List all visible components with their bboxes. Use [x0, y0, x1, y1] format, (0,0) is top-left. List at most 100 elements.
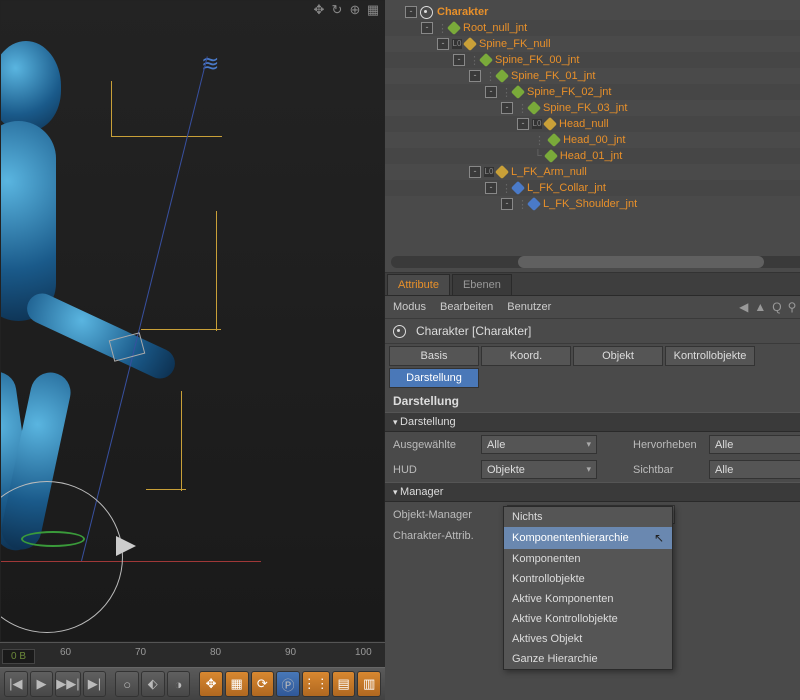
dropdown-ausgewaehlte[interactable]: Alle	[481, 435, 597, 454]
dropdown-option[interactable]: Nichts	[504, 507, 672, 527]
subtab-kontrollobjekte[interactable]: Kontrollobjekte	[665, 346, 755, 366]
dropdown-option[interactable]: Aktive Komponenten	[504, 589, 672, 609]
hierarchy-row[interactable]: -L0Spine_FK_null	[385, 36, 800, 52]
grid-button[interactable]: ▤	[332, 671, 356, 697]
label-hervorheben: Hervorheben	[623, 439, 703, 451]
character-icon	[420, 6, 433, 19]
expand-icon[interactable]: -	[437, 38, 449, 50]
group-manager[interactable]: Manager	[385, 482, 800, 502]
dropdown-option[interactable]: Kontrollobjekte	[504, 569, 672, 589]
playback-toolbar: |◀ ▶ ▶▶| ▶| ○ ⬖ ◑ ✥ ▦ ⟳ Ⓟ ⋮⋮ ▤ ▥	[0, 667, 385, 700]
dropdown-option[interactable]: Aktives Objekt	[504, 629, 672, 649]
goto-start-button[interactable]: |◀	[4, 671, 28, 697]
character-icon	[393, 325, 406, 338]
scrollbar-horizontal[interactable]	[391, 256, 800, 268]
scale-tool-button[interactable]: ▦	[225, 671, 249, 697]
dropdown-option[interactable]: Aktive Kontrollobjekte	[504, 609, 672, 629]
points-button[interactable]: ⋮⋮	[302, 671, 330, 697]
param-button[interactable]: Ⓟ	[276, 671, 300, 697]
dropdown-option[interactable]: Ganze Hierarchie	[504, 649, 672, 669]
joint-icon	[527, 197, 541, 211]
dropdown-hud[interactable]: Objekte	[481, 460, 597, 479]
expand-icon[interactable]: -	[469, 166, 481, 178]
pan-icon[interactable]: ✥	[312, 3, 326, 17]
hierarchy-row[interactable]: -L0Head_null	[385, 116, 800, 132]
rotate-icon[interactable]: ↻	[330, 3, 344, 17]
hierarchy-row[interactable]: -⋮Spine_FK_03_jnt	[385, 100, 800, 116]
hierarchy-item-label: Spine_FK_02_jnt	[527, 86, 611, 98]
hierarchy-row[interactable]: └ Head_01_jnt	[385, 148, 800, 164]
subtab-koord[interactable]: Koord.	[481, 346, 571, 366]
control-curve[interactable]	[111, 81, 222, 137]
key-button[interactable]: ⬖	[141, 671, 165, 697]
hierarchy-item-label: L_FK_Arm_null	[511, 166, 587, 178]
hierarchy-item-label: Root_null_jnt	[463, 22, 527, 34]
record-button[interactable]: ○	[115, 671, 139, 697]
control-curve[interactable]	[141, 329, 221, 334]
expand-icon[interactable]: -	[453, 54, 465, 66]
hierarchy-row[interactable]: -⋮L_FK_Shoulder_jnt	[385, 196, 800, 212]
group-darstellung[interactable]: Darstellung	[385, 412, 800, 432]
grid2-button[interactable]: ▥	[357, 671, 381, 697]
frame-counter[interactable]: 0 B	[2, 649, 35, 664]
subtab-basis[interactable]: Basis	[389, 346, 479, 366]
viewport-3d[interactable]: ✥ ↻ ⊕ ▦ ≋	[0, 0, 385, 642]
goto-end-button[interactable]: ▶▶|	[55, 671, 80, 697]
search-icon[interactable]: Q	[772, 300, 781, 315]
timeline[interactable]: 60 70 80 90 100 0 B	[0, 642, 385, 667]
next-frame-button[interactable]: ▶|	[83, 671, 107, 697]
timeline-tick: 100	[355, 647, 372, 658]
tab-ebenen[interactable]: Ebenen	[452, 274, 512, 295]
timeline-tick: 80	[210, 647, 221, 658]
hierarchy-row[interactable]: -⋮Spine_FK_02_jnt	[385, 84, 800, 100]
control-curve[interactable]	[146, 489, 186, 494]
axis-arrow[interactable]	[116, 536, 136, 556]
dropdown-sichtbar[interactable]: Alle	[709, 460, 800, 479]
hierarchy-row[interactable]: ⋮ Head_00_jnt	[385, 132, 800, 148]
back-icon[interactable]: ◀	[739, 300, 748, 315]
hierarchy-item-label: Spine_FK_03_jnt	[543, 102, 627, 114]
subtab-objekt[interactable]: Objekt	[573, 346, 663, 366]
play-button[interactable]: ▶	[30, 671, 54, 697]
zoom-icon[interactable]: ⊕	[348, 3, 362, 17]
autokey-button[interactable]: ◑	[167, 671, 191, 697]
hierarchy-row[interactable]: -⋮Spine_FK_00_jnt	[385, 52, 800, 68]
object-title: Charakter [Charakter]	[416, 324, 531, 338]
hierarchy-row[interactable]: -L0L_FK_Arm_null	[385, 164, 800, 180]
hierarchy-item-label: Charakter	[437, 6, 488, 18]
expand-icon[interactable]: -	[501, 102, 513, 114]
cursor-icon: ↖	[654, 531, 664, 545]
expand-icon[interactable]: -	[405, 6, 417, 18]
joint-icon	[543, 117, 557, 131]
expand-icon[interactable]: -	[469, 70, 481, 82]
hierarchy-row[interactable]: -⋮L_FK_Collar_jnt	[385, 180, 800, 196]
expand-icon[interactable]: -	[485, 182, 497, 194]
subtab-darstellung[interactable]: Darstellung	[389, 368, 479, 388]
dropdown-menu[interactable]: NichtsKomponentenhierarchie↖KomponentenK…	[503, 506, 673, 670]
dropdown-option[interactable]: Komponentenhierarchie↖	[504, 527, 672, 549]
layout-icon[interactable]: ▦	[366, 3, 380, 17]
expand-icon[interactable]: -	[517, 118, 529, 130]
lock-icon[interactable]: ⚲	[788, 300, 797, 315]
control-curve[interactable]	[181, 391, 188, 491]
expand-icon[interactable]: -	[501, 198, 513, 210]
expand-icon[interactable]: -	[421, 22, 433, 34]
menu-benutzer[interactable]: Benutzer	[507, 301, 551, 313]
menu-modus[interactable]: Modus	[393, 301, 426, 313]
object-manager[interactable]: -Charakter-⋮Root_null_jnt-L0Spine_FK_nul…	[385, 0, 800, 273]
control-curve[interactable]	[216, 211, 223, 331]
layer-badge: L0	[452, 39, 462, 49]
rotate-tool-button[interactable]: ⟳	[251, 671, 275, 697]
dropdown-hervorheben[interactable]: Alle	[709, 435, 800, 454]
tab-attribute[interactable]: Attribute	[387, 274, 450, 295]
dropdown-option[interactable]: Komponenten	[504, 549, 672, 569]
hierarchy-row[interactable]: - Charakter	[385, 4, 800, 20]
menu-bearbeiten[interactable]: Bearbeiten	[440, 301, 493, 313]
expand-icon[interactable]: -	[485, 86, 497, 98]
hierarchy-row[interactable]: -⋮Spine_FK_01_jnt	[385, 68, 800, 84]
move-tool-button[interactable]: ✥	[199, 671, 223, 697]
rotation-gizmo-y[interactable]	[21, 531, 85, 547]
up-icon[interactable]: ▲	[754, 300, 766, 315]
hierarchy-row[interactable]: -⋮Root_null_jnt	[385, 20, 800, 36]
layer-badge: L0	[532, 119, 542, 129]
